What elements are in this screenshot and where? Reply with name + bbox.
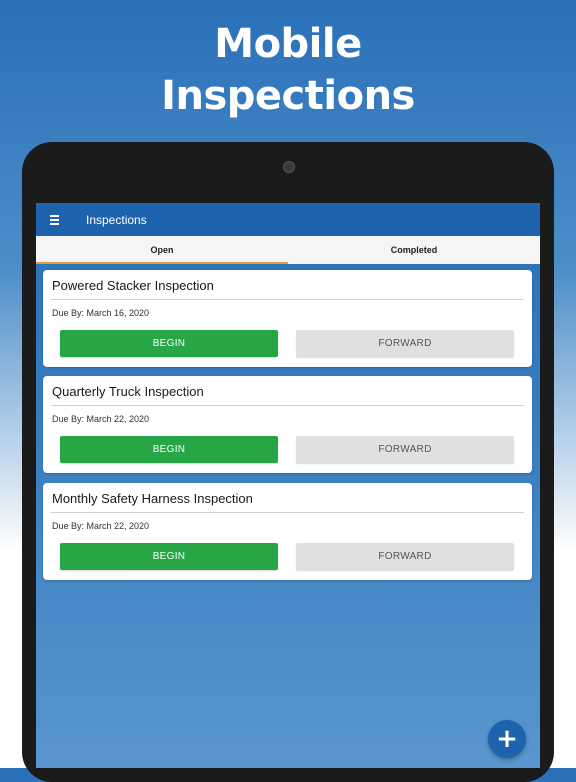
inspection-card: Powered Stacker Inspection Due By: March… — [43, 270, 532, 367]
inspection-title: Powered Stacker Inspection — [52, 278, 214, 293]
forward-button[interactable]: FORWARD — [296, 436, 514, 463]
inspection-due-date: Due By: March 22, 2020 — [52, 414, 150, 424]
hamburger-menu-icon[interactable] — [50, 214, 66, 226]
inspection-due-date: Due By: March 22, 2020 — [52, 521, 150, 531]
app-bar: Inspections — [36, 203, 540, 236]
card-divider — [51, 299, 524, 300]
tab-completed[interactable]: Completed — [288, 236, 540, 264]
inspection-title: Monthly Safety Harness Inspection — [52, 491, 253, 506]
inspection-title: Quarterly Truck Inspection — [52, 384, 204, 399]
inspection-card: Monthly Safety Harness Inspection Due By… — [43, 483, 532, 580]
tab-bar: Open Completed — [36, 236, 540, 264]
card-divider — [51, 405, 524, 406]
add-inspection-button[interactable]: + — [488, 720, 526, 758]
promo-title-line2: Inspections — [161, 73, 415, 119]
app-bar-title: Inspections — [86, 212, 147, 227]
tab-open[interactable]: Open — [36, 236, 288, 264]
promo-title: Mobile Inspections — [0, 18, 576, 122]
begin-button[interactable]: BEGIN — [60, 436, 278, 463]
begin-button[interactable]: BEGIN — [60, 330, 278, 357]
promo-title-line1: Mobile — [214, 21, 362, 67]
app-screen: Inspections Open Completed Powered Stack… — [36, 203, 540, 768]
plus-icon: + — [496, 724, 518, 754]
forward-button[interactable]: FORWARD — [296, 330, 514, 357]
begin-button[interactable]: BEGIN — [60, 543, 278, 570]
inspection-card: Quarterly Truck Inspection Due By: March… — [43, 376, 532, 473]
camera-icon — [283, 161, 295, 173]
inspection-due-date: Due By: March 16, 2020 — [52, 308, 150, 318]
card-divider — [51, 512, 524, 513]
forward-button[interactable]: FORWARD — [296, 543, 514, 570]
